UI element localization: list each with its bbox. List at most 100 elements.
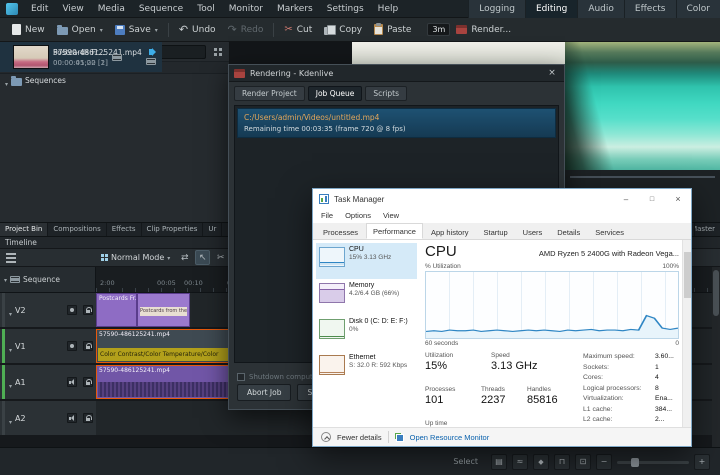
timeline-clip-postcards[interactable]: Postcards Fr... (96, 293, 137, 327)
project-monitor-display[interactable] (565, 42, 720, 170)
tab-app-history[interactable]: App history (424, 224, 476, 239)
mute-track-icon[interactable] (67, 413, 77, 423)
workspace-tab-color[interactable]: Color (675, 0, 720, 18)
minimize-icon[interactable] (613, 189, 639, 209)
tab-undo-history[interactable]: Ur (203, 223, 223, 236)
cpu-usage-chart[interactable] (425, 271, 679, 339)
workspace-tab-logging[interactable]: Logging (468, 0, 525, 18)
tab-render-project[interactable]: Render Project (234, 86, 305, 101)
chevron-down-icon[interactable] (9, 301, 12, 320)
abort-job-button[interactable]: Abort Job (237, 384, 292, 401)
workspace-tab-audio[interactable]: Audio (577, 0, 624, 18)
copy-button[interactable]: Copy (318, 22, 368, 38)
menu-view[interactable]: View (377, 209, 405, 223)
window-titlebar[interactable]: Task Manager (313, 189, 691, 209)
render-job-item[interactable]: C:/Users/admin/Videos/untitled.mp4 Remai… (237, 108, 556, 138)
track-header-v2[interactable]: V2 (0, 293, 96, 327)
track-header-a1[interactable]: A1 (0, 365, 96, 399)
redo-button[interactable]: Redo (222, 21, 270, 39)
tab-scripts[interactable]: Scripts (365, 86, 408, 101)
bin-clip-row[interactable]: Postcards Fr... 00:00:05;00 [1] (0, 42, 128, 72)
tab-details[interactable]: Details (550, 224, 587, 239)
zoom-fit-button[interactable] (575, 453, 591, 470)
snap-toggle[interactable] (554, 453, 570, 470)
menu-media[interactable]: Media (91, 0, 132, 18)
sidebar-item-disk[interactable]: Disk 0 (C: D: E: F:) 0% (316, 315, 417, 351)
slider-thumb[interactable] (631, 457, 639, 467)
maximize-icon[interactable] (639, 189, 665, 209)
markers-toggle[interactable] (533, 453, 549, 470)
lock-track-icon[interactable] (83, 305, 93, 315)
menu-monitor[interactable]: Monitor (222, 0, 270, 18)
audio-thumbnails-toggle[interactable] (512, 453, 528, 470)
sequence-tab[interactable]: Sequence (0, 267, 96, 293)
tab-project-bin[interactable]: Project Bin (0, 223, 49, 236)
edit-mode-dropdown[interactable]: Normal Mode (97, 252, 174, 263)
undo-button[interactable]: Undo (173, 21, 222, 39)
save-button[interactable]: Save (109, 22, 164, 38)
expand-arrow-icon[interactable] (5, 71, 8, 90)
selection-tool-button[interactable] (195, 250, 211, 265)
close-icon[interactable] (545, 67, 559, 80)
tab-clip-properties[interactable]: Clip Properties (142, 223, 204, 236)
view-mode-button[interactable] (211, 45, 225, 59)
chevron-down-icon[interactable] (9, 337, 12, 356)
mute-track-icon[interactable] (67, 377, 77, 387)
lock-track-icon[interactable] (83, 413, 93, 423)
menu-edit[interactable]: Edit (24, 0, 55, 18)
menu-view[interactable]: View (55, 0, 90, 18)
open-button[interactable]: Open (51, 22, 109, 38)
timeline-clip-audio[interactable]: 57590-486125241.mp4 (96, 365, 232, 399)
sidebar-item-cpu[interactable]: CPU 15% 3.13 GHz (316, 243, 417, 279)
tab-users[interactable]: Users (516, 224, 550, 239)
workspace-tab-effects[interactable]: Effects (623, 0, 676, 18)
razor-tool-button[interactable] (213, 250, 228, 265)
mix-clips-button[interactable] (177, 250, 192, 265)
tab-processes[interactable]: Processes (316, 224, 365, 239)
track-header-v1[interactable]: V1 (0, 329, 96, 363)
chevron-down-icon[interactable] (9, 409, 12, 428)
video-indicator-icon[interactable] (145, 58, 156, 65)
timeline-clip-postcards-2[interactable]: Postcards from the po (137, 293, 190, 327)
menu-sequence[interactable]: Sequence (132, 0, 190, 18)
hide-track-icon[interactable] (67, 305, 77, 315)
open-resource-monitor-link[interactable]: Open Resource Monitor (410, 433, 490, 442)
effect-strip[interactable]: Color Contrast/Color Temperature/Color (98, 348, 230, 361)
lock-track-icon[interactable] (83, 377, 93, 387)
tab-performance[interactable]: Performance (366, 223, 423, 239)
zoom-slider[interactable] (617, 455, 689, 469)
menu-settings[interactable]: Settings (320, 0, 371, 18)
shutdown-checkbox[interactable] (237, 373, 245, 381)
tab-effects[interactable]: Effects (107, 223, 142, 236)
video-thumbnails-toggle[interactable] (491, 453, 507, 470)
menu-file[interactable]: File (315, 209, 339, 223)
close-icon[interactable] (665, 189, 691, 209)
fewer-details-button[interactable]: Fewer details (337, 433, 382, 442)
lock-track-icon[interactable] (83, 341, 93, 351)
chevron-down-icon[interactable] (9, 373, 12, 392)
new-button[interactable]: New (6, 21, 51, 38)
menu-options[interactable]: Options (339, 209, 377, 223)
tab-compositions[interactable]: Compositions (48, 223, 107, 236)
menu-markers[interactable]: Markers (270, 0, 320, 18)
menu-tool[interactable]: Tool (190, 0, 221, 18)
render-button[interactable]: Render... (450, 22, 517, 38)
scrollbar-thumb[interactable] (713, 270, 719, 316)
menu-help[interactable]: Help (371, 0, 406, 18)
tab-master[interactable]: Master (694, 223, 720, 236)
zoom-in-button[interactable] (694, 453, 710, 470)
monitor-seek-bar[interactable] (570, 176, 715, 178)
paste-button[interactable]: Paste (368, 21, 417, 38)
tab-job-queue[interactable]: Job Queue (307, 86, 363, 101)
tm-scrollbar[interactable] (682, 240, 691, 427)
timeline-scrollbar[interactable] (712, 267, 720, 447)
bin-folder-row[interactable]: Sequences (0, 74, 229, 87)
zoom-out-button[interactable] (596, 453, 612, 470)
sidebar-item-memory[interactable]: Memory 4.2/6.4 GB (66%) (316, 279, 417, 315)
hide-track-icon[interactable] (67, 341, 77, 351)
timeline-clip-video[interactable]: 57590-486125241.mp4 Color Contrast/Color… (96, 329, 232, 363)
tab-services[interactable]: Services (588, 224, 631, 239)
sidebar-item-ethernet[interactable]: Ethernet S: 32.0 R: 592 Kbps (316, 351, 417, 387)
workspace-tab-editing[interactable]: Editing (524, 0, 578, 18)
video-indicator-icon[interactable] (111, 53, 122, 61)
